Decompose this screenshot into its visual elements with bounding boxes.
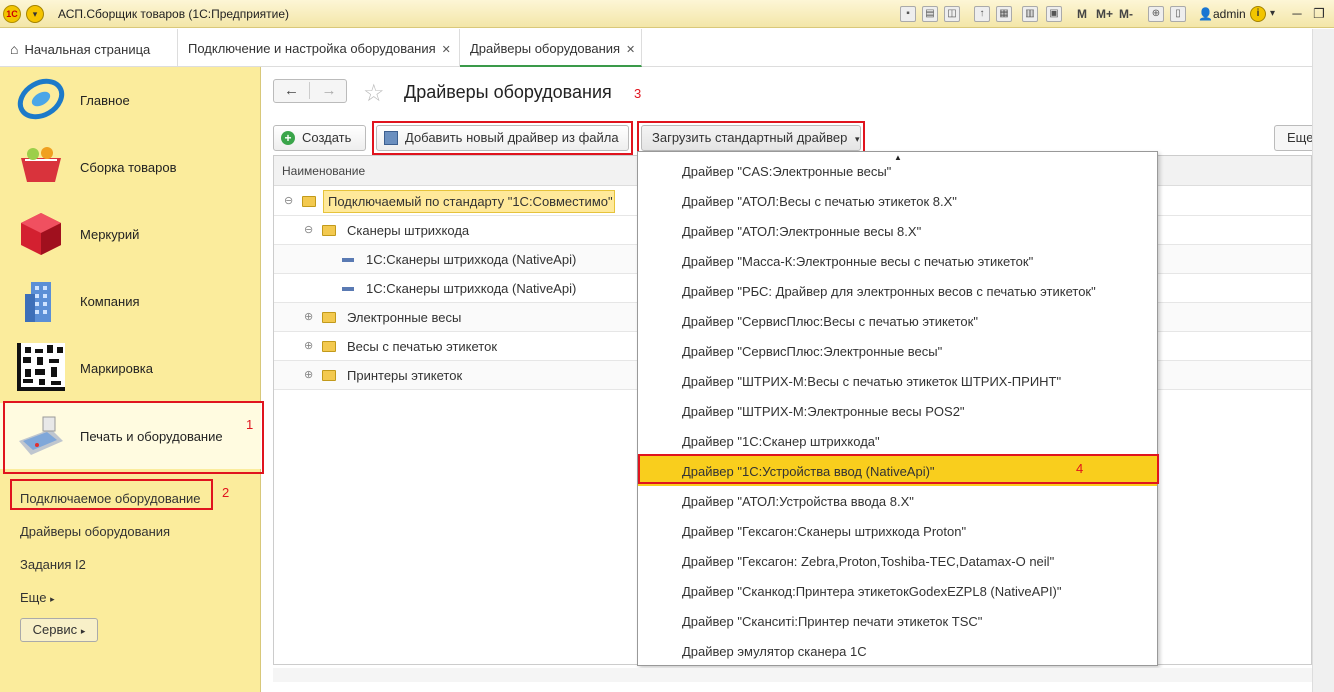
chevron-right-icon: ▸ — [80, 626, 86, 636]
dropdown-item[interactable]: Драйвер "ШТРИХ-М:Весы с печатью этикеток… — [638, 366, 1157, 396]
memory-minus-button[interactable]: M- — [1119, 7, 1133, 21]
dropdown-item[interactable]: Драйвер "АТОЛ:Устройства ввода 8.X" — [638, 486, 1157, 516]
dropdown-item[interactable]: Драйвер "CAS:Электронные весы" — [638, 156, 1157, 186]
cube-icon — [21, 213, 61, 255]
sidebar-item-main[interactable]: Главное — [0, 67, 261, 133]
folder-icon — [322, 312, 336, 323]
close-icon[interactable]: ✕ — [626, 44, 635, 56]
folder-icon — [322, 225, 336, 236]
annotation-number-2: 2 — [222, 485, 230, 500]
chevron-right-icon: ▸ — [50, 594, 55, 604]
collapse-icon[interactable]: ⊖ — [304, 223, 313, 236]
maximize-icon[interactable]: ❐ — [1308, 4, 1330, 24]
zoom-icon[interactable]: ⊕ — [1148, 6, 1164, 22]
sidebar: Главное Сборка товаров Меркурий Компания… — [0, 67, 261, 692]
dropdown-item[interactable]: Драйвер "Гексагон: Zebra,Proton,Toshiba-… — [638, 546, 1157, 576]
save-icon[interactable]: ▪ — [900, 6, 916, 22]
dropdown-item[interactable]: Драйвер "Сканситi:Принтер печати этикето… — [638, 606, 1157, 636]
tab-equipment-setup[interactable]: Подключение и настройка оборудования ✕ — [178, 29, 460, 67]
page-title: Драйверы оборудования — [404, 82, 612, 102]
calendar-icon[interactable]: ▣ — [1046, 6, 1062, 22]
back-arrow-icon[interactable]: ← — [274, 82, 310, 99]
home-icon: ⌂ — [10, 41, 19, 57]
expand-icon[interactable]: ⊕ — [304, 339, 313, 352]
annotation-box-load-standard — [637, 121, 865, 155]
annotation-box-1 — [3, 401, 264, 474]
dropdown-item[interactable]: Драйвер "1С:Сканер штрихкода" — [638, 426, 1157, 456]
sidebar-item-mercury[interactable]: Меркурий — [0, 201, 261, 267]
sidebar-item-assembly[interactable]: Сборка товаров — [0, 134, 261, 200]
dropdown-item[interactable]: Драйвер "Сканкод:Принтера этикетокGodexE… — [638, 576, 1157, 606]
table-icon[interactable]: ▥ — [1022, 6, 1038, 22]
chevron-down-icon[interactable]: ▾ — [1270, 8, 1275, 19]
driver-icon — [342, 287, 354, 291]
print-icon[interactable]: ▤ — [922, 6, 938, 22]
tab-home[interactable]: ⌂ Начальная страница — [0, 29, 178, 67]
sidebar-item-marking[interactable]: Маркировка — [0, 335, 261, 401]
horizontal-scrollbar[interactable] — [273, 668, 1312, 682]
minimize-icon[interactable]: ─ — [1286, 4, 1308, 24]
dropdown-item[interactable]: Драйвер "СервисПлюс:Электронные весы" — [638, 336, 1157, 366]
user-icon: 👤 — [1198, 7, 1213, 21]
dropdown-item[interactable]: Драйвер "Гексагон:Сканеры штрихкода Prot… — [638, 516, 1157, 546]
dropdown-item[interactable]: Драйвер "АТОЛ:Электронные весы 8.X" — [638, 216, 1157, 246]
tab-drivers[interactable]: Драйверы оборудования ✕ — [460, 29, 642, 67]
window-title: АСП.Сборщик товаров (1С:Предприятие) — [58, 7, 290, 21]
collapse-icon[interactable]: ⊖ — [284, 194, 293, 207]
nav-buttons: ← → — [273, 79, 347, 103]
main-section-icon — [17, 78, 65, 120]
memory-plus-button[interactable]: M+ — [1096, 7, 1113, 21]
more-button[interactable]: Еще — [1274, 125, 1314, 151]
create-button[interactable]: + Создать — [273, 125, 366, 151]
annotation-box-add-file — [372, 121, 633, 155]
vertical-scrollbar[interactable] — [1312, 29, 1334, 692]
standard-driver-dropdown: ▲ Драйвер "CAS:Электронные весы" Драйвер… — [637, 151, 1158, 666]
servis-button[interactable]: Сервис ▸ — [20, 618, 98, 642]
dropdown-item[interactable]: Драйвер "АТОЛ:Весы с печатью этикеток 8.… — [638, 186, 1157, 216]
dropdown-item[interactable]: Драйвер эмулятор сканера 1С — [638, 636, 1157, 666]
main-menu-icon[interactable]: ▾ — [26, 5, 44, 23]
sidebar-subitem-tasks[interactable]: Задания I2 — [20, 557, 86, 572]
tab-bar: ⌂ Начальная страница Подключение и настро… — [0, 29, 1312, 67]
dropdown-item[interactable]: Драйвер "СервисПлюс:Весы с печатью этике… — [638, 306, 1157, 336]
annotation-number-1: 1 — [246, 417, 254, 432]
dropdown-item[interactable]: Драйвер "РБС: Драйвер для электронных ве… — [638, 276, 1157, 306]
user-name[interactable]: admin — [1213, 7, 1246, 21]
annotation-box-2 — [10, 479, 213, 510]
upload-icon[interactable]: ↑ — [974, 6, 990, 22]
dropdown-item[interactable]: Драйвер "Масса-К:Электронные весы с печа… — [638, 246, 1157, 276]
folder-icon — [322, 370, 336, 381]
folder-icon — [302, 196, 316, 207]
basket-icon — [21, 147, 61, 182]
folder-icon — [322, 341, 336, 352]
expand-icon[interactable]: ⊕ — [304, 310, 313, 323]
document-icon[interactable]: ▦ — [996, 6, 1012, 22]
close-icon[interactable]: ✕ — [442, 44, 451, 56]
sidebar-item-company[interactable]: Компания — [0, 268, 261, 334]
driver-icon — [342, 258, 354, 262]
dropdown-item[interactable]: Драйвер "ШТРИХ-М:Электронные весы POS2" — [638, 396, 1157, 426]
plus-icon: + — [281, 131, 295, 145]
info-icon[interactable]: i — [1250, 6, 1266, 22]
title-bar: 1С ▾ АСП.Сборщик товаров (1С:Предприятие… — [0, 0, 1334, 28]
favorite-star-icon[interactable]: ☆ — [363, 79, 385, 108]
expand-icon[interactable]: ⊕ — [304, 368, 313, 381]
memory-m-button[interactable]: M — [1077, 7, 1087, 21]
datamatrix-icon — [17, 343, 65, 391]
annotation-number-4: 4 — [1076, 461, 1084, 476]
app-logo-icon[interactable]: 1С — [3, 5, 21, 23]
forward-arrow-icon[interactable]: → — [311, 82, 347, 99]
sidebar-subitem-more[interactable]: Еще ▸ — [20, 590, 55, 605]
panel-icon[interactable]: ▯ — [1170, 6, 1186, 22]
preview-icon[interactable]: ◫ — [944, 6, 960, 22]
annotation-number-3: 3 — [634, 86, 642, 101]
building-icon — [25, 282, 51, 322]
sidebar-subitem-drivers[interactable]: Драйверы оборудования — [20, 524, 170, 539]
